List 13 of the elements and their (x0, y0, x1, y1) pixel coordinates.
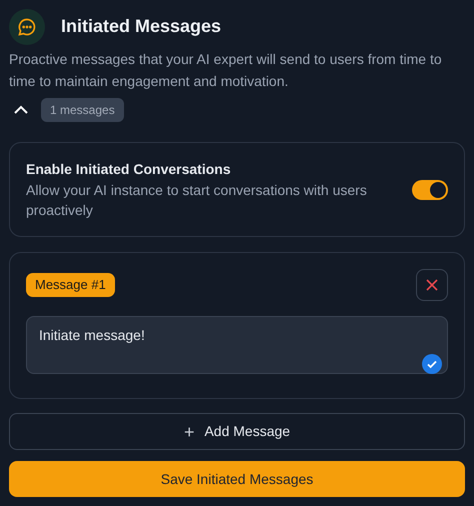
close-icon (426, 279, 438, 291)
close-button[interactable] (416, 269, 448, 301)
section-title: Initiated Messages (61, 16, 222, 38)
section-description: Proactive messages that your AI expert will send to users from time to time to maintain engagement and motivation. (9, 50, 443, 91)
message-field[interactable]: Initiate message! (26, 316, 448, 374)
count-badge: 1 messages (41, 98, 124, 122)
setting-description: Allow your AI instance to start conversations with users proactively (26, 181, 368, 220)
toggle-switch[interactable] (412, 180, 448, 200)
add-message-button[interactable]: + Add Message (9, 413, 465, 450)
setting-title: Enable Initiated Conversations (26, 160, 232, 179)
save-button[interactable]: Save Initiated Messages (9, 461, 465, 497)
message-label: Message #1 (26, 273, 115, 297)
chat-icon (9, 9, 45, 45)
